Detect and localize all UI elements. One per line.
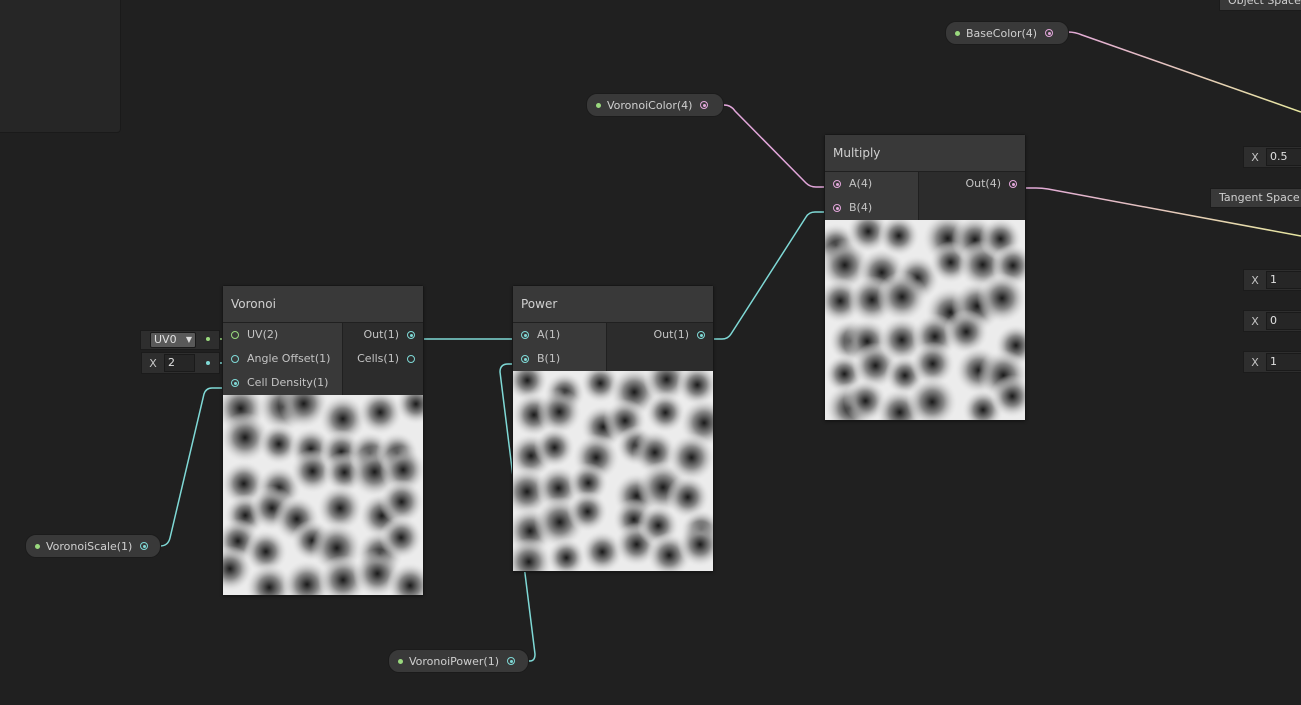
port-label: B(1) bbox=[537, 352, 561, 365]
voronoi-input-cell-density[interactable]: Cell Density(1) bbox=[223, 371, 342, 395]
port-label: UV(2) bbox=[247, 328, 279, 341]
master-field-4[interactable]: X 1 bbox=[1243, 351, 1301, 373]
voronoi-node[interactable]: Voronoi UV(2) Angle Offset(1) Cell Densi… bbox=[206, 285, 437, 612]
field-value[interactable]: 1 bbox=[1266, 271, 1301, 289]
field-value[interactable]: 0.5 bbox=[1266, 148, 1301, 166]
port-label: Out(1) bbox=[363, 328, 399, 341]
multiply-input-b[interactable]: B(4) bbox=[825, 196, 918, 220]
input-port-icon[interactable] bbox=[521, 355, 529, 363]
multiply-preview bbox=[813, 209, 1038, 437]
master-field-1[interactable]: X 0.5 bbox=[1243, 146, 1301, 168]
multiply-node[interactable]: Multiply A(4) B(4) Out(4) bbox=[813, 134, 1038, 437]
voronoi-cell bbox=[566, 490, 609, 533]
voronoi-cell bbox=[976, 273, 1028, 324]
power-input-a[interactable]: A(1) bbox=[513, 323, 606, 347]
voronoi-node-title: Voronoi bbox=[223, 286, 423, 323]
property-label: BaseColor(4) bbox=[966, 26, 1038, 40]
wire-base-color bbox=[1055, 31, 1301, 113]
voronoi-input-angle-offset[interactable]: Angle Offset(1) bbox=[223, 347, 342, 371]
port-label: Out(1) bbox=[653, 328, 689, 341]
input-port-icon[interactable] bbox=[231, 379, 239, 387]
property-exposed-icon bbox=[35, 543, 40, 549]
multiply-input-a[interactable]: A(4) bbox=[825, 172, 918, 196]
voronoi-output-out[interactable]: Out(1) bbox=[343, 323, 423, 347]
voronoi-cell bbox=[876, 271, 928, 323]
uv-channel-value: UV0 bbox=[154, 333, 177, 346]
wire-power-out bbox=[705, 211, 833, 340]
power-node-title: Power bbox=[513, 286, 713, 323]
output-port-icon[interactable] bbox=[1045, 29, 1054, 37]
output-port-icon[interactable] bbox=[407, 355, 415, 363]
input-port-icon[interactable] bbox=[833, 204, 841, 212]
power-input-b[interactable]: B(1) bbox=[513, 347, 606, 371]
output-port-icon[interactable] bbox=[700, 101, 709, 109]
port-label: Cells(1) bbox=[357, 352, 399, 365]
port-label: A(4) bbox=[849, 177, 873, 190]
angle-offset-axis-label: X bbox=[149, 356, 157, 370]
axis-label: X bbox=[1251, 150, 1259, 164]
master-field-3[interactable]: X 0 bbox=[1243, 310, 1301, 332]
property-label: VoronoiPower(1) bbox=[409, 654, 500, 668]
output-port-icon[interactable] bbox=[1009, 180, 1017, 188]
input-port-icon[interactable] bbox=[231, 355, 239, 363]
property-voronoi-color[interactable]: VoronoiColor(4) bbox=[586, 93, 724, 117]
voronoi-cell bbox=[533, 426, 576, 469]
axis-label: X bbox=[1251, 273, 1259, 287]
power-node[interactable]: Power A(1) B(1) Out(1) bbox=[502, 285, 729, 586]
voronoi-preview bbox=[206, 378, 437, 612]
output-port-icon[interactable] bbox=[140, 542, 149, 550]
axis-label: X bbox=[1251, 314, 1259, 328]
voronoi-input-uv[interactable]: UV(2) bbox=[223, 323, 342, 347]
axis-label: X bbox=[1251, 355, 1259, 369]
port-label: B(4) bbox=[849, 201, 873, 214]
input-port-icon[interactable] bbox=[833, 180, 841, 188]
port-label: Cell Density(1) bbox=[247, 376, 329, 389]
field-value[interactable]: 1 bbox=[1266, 353, 1301, 371]
output-port-icon[interactable] bbox=[507, 657, 516, 665]
multiply-output-out[interactable]: Out(4) bbox=[919, 172, 1025, 196]
wire-voronoi-scale bbox=[148, 387, 231, 547]
port-label: Angle Offset(1) bbox=[247, 352, 331, 365]
object-space-label[interactable]: Object Space bbox=[1219, 0, 1301, 11]
input-port-icon[interactable] bbox=[231, 331, 239, 339]
property-label: VoronoiColor(4) bbox=[607, 98, 693, 112]
blackboard-panel[interactable] bbox=[0, 0, 121, 133]
angle-offset-value[interactable]: 2 bbox=[164, 354, 195, 372]
wire-voronoi-color bbox=[710, 104, 833, 188]
field-value[interactable]: 0 bbox=[1266, 312, 1301, 330]
property-voronoi-scale[interactable]: VoronoiScale(1) bbox=[25, 534, 161, 558]
master-field-2[interactable]: X 1 bbox=[1243, 269, 1301, 291]
dropdown-arrow-icon: ▼ bbox=[185, 335, 192, 344]
property-exposed-icon bbox=[955, 30, 960, 36]
tangent-space-label[interactable]: Tangent Space bbox=[1210, 188, 1301, 208]
port-label: Out(4) bbox=[965, 177, 1001, 190]
property-exposed-icon bbox=[596, 102, 601, 108]
multiply-node-title: Multiply bbox=[825, 135, 1025, 172]
uv-channel-select[interactable]: UV0 ▼ bbox=[150, 332, 196, 348]
property-base-color[interactable]: BaseColor(4) bbox=[945, 21, 1069, 45]
angle-offset-connector-dot bbox=[206, 361, 210, 365]
power-output-out[interactable]: Out(1) bbox=[607, 323, 713, 347]
output-port-icon[interactable] bbox=[697, 331, 705, 339]
property-voronoi-power[interactable]: VoronoiPower(1) bbox=[388, 649, 529, 673]
voronoi-cell bbox=[379, 515, 423, 560]
voronoi-power-preview bbox=[502, 356, 729, 586]
port-label: A(1) bbox=[537, 328, 561, 341]
input-port-icon[interactable] bbox=[521, 331, 529, 339]
property-label: VoronoiScale(1) bbox=[46, 539, 133, 553]
property-exposed-icon bbox=[398, 658, 403, 664]
output-port-icon[interactable] bbox=[407, 331, 415, 339]
uv-connector-dot bbox=[206, 337, 210, 341]
voronoi-output-cells[interactable]: Cells(1) bbox=[343, 347, 423, 371]
